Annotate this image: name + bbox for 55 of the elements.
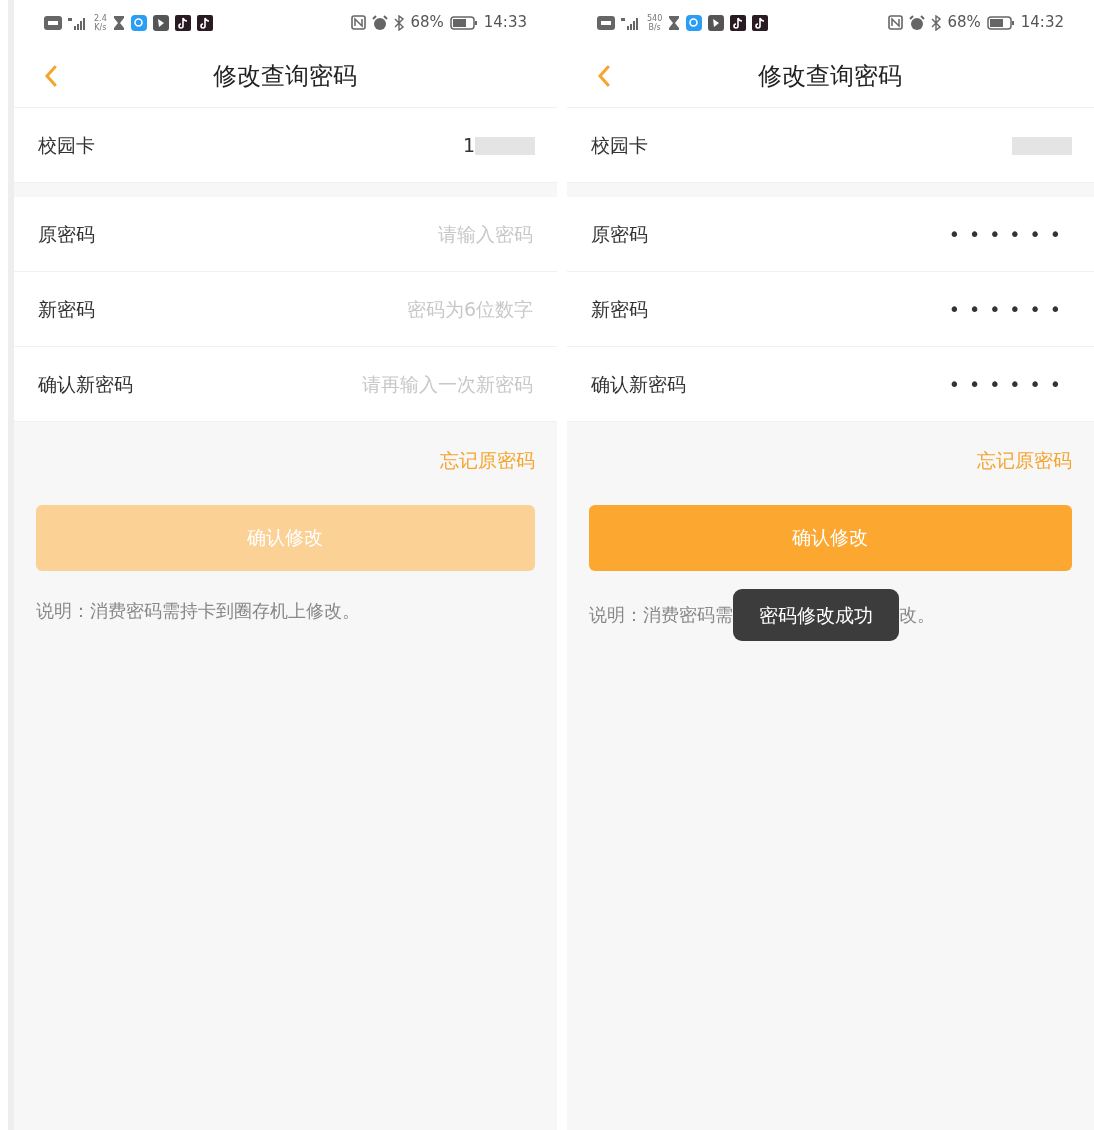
battery-icon bbox=[986, 15, 1015, 30]
clock-time: 14:33 bbox=[483, 12, 527, 34]
battery-percent: 68% bbox=[410, 12, 444, 34]
field-label: 校园卡 bbox=[591, 132, 648, 158]
field-label: 新密码 bbox=[591, 296, 648, 322]
nfc-icon bbox=[351, 15, 367, 30]
battery-percent: 68% bbox=[947, 12, 981, 34]
clock-time: 14:32 bbox=[1020, 12, 1064, 34]
note-text: 说明：消费密码需 bbox=[589, 603, 733, 628]
field-label: 确认新密码 bbox=[591, 371, 686, 397]
net-speed-text: K/s bbox=[94, 22, 107, 32]
music-note-icon bbox=[174, 14, 191, 31]
back-icon[interactable] bbox=[597, 65, 611, 87]
field-label: 新密码 bbox=[38, 296, 95, 322]
music-note-icon bbox=[752, 14, 769, 31]
nfc-icon bbox=[888, 15, 904, 30]
net-speed-text: 540 bbox=[647, 13, 663, 23]
card-number: 1 bbox=[462, 133, 475, 156]
field-label: 校园卡 bbox=[38, 132, 95, 158]
alarm-icon bbox=[909, 14, 926, 31]
hd-icon bbox=[597, 15, 615, 30]
alarm-icon bbox=[372, 14, 389, 31]
field-label: 原密码 bbox=[38, 221, 95, 247]
confirm-button[interactable]: 确认修改 bbox=[589, 504, 1072, 571]
battery-icon bbox=[449, 15, 478, 30]
note-text: 改。 bbox=[899, 603, 935, 628]
hd-icon bbox=[44, 15, 62, 30]
bluetooth-icon bbox=[931, 14, 942, 31]
note-text: 说明：消费密码需持卡到圈存机上修改。 bbox=[36, 598, 360, 623]
signal-icon bbox=[68, 15, 88, 30]
redaction-mark bbox=[475, 137, 535, 156]
net-speed-text: B/s bbox=[648, 22, 661, 32]
page-title: 修改查询密码 bbox=[758, 61, 903, 92]
search-app-icon bbox=[130, 14, 147, 31]
page-title: 修改查询密码 bbox=[213, 61, 358, 92]
app-icon bbox=[708, 14, 725, 31]
music-note-icon bbox=[730, 14, 747, 31]
net-speed-text: 2.4 bbox=[94, 13, 107, 23]
app-icon bbox=[152, 14, 169, 31]
hourglass-icon bbox=[668, 15, 681, 30]
forgot-password-link[interactable]: 忘记原密码 bbox=[977, 446, 1072, 475]
toast-message: 密码修改成功 bbox=[733, 588, 899, 641]
field-label: 确认新密码 bbox=[38, 371, 133, 397]
back-icon[interactable] bbox=[44, 65, 58, 87]
hourglass-icon bbox=[112, 15, 125, 30]
field-label: 原密码 bbox=[591, 221, 648, 247]
password-field[interactable]: •••••• bbox=[812, 218, 1072, 250]
redaction-mark bbox=[1012, 137, 1072, 156]
music-note-icon bbox=[196, 14, 213, 31]
bluetooth-icon bbox=[394, 14, 405, 31]
search-app-icon bbox=[686, 14, 703, 31]
signal-icon bbox=[621, 15, 641, 30]
forgot-password-link[interactable]: 忘记原密码 bbox=[440, 446, 535, 475]
password-field[interactable]: •••••• bbox=[812, 368, 1072, 400]
password-field[interactable]: •••••• bbox=[812, 293, 1072, 325]
